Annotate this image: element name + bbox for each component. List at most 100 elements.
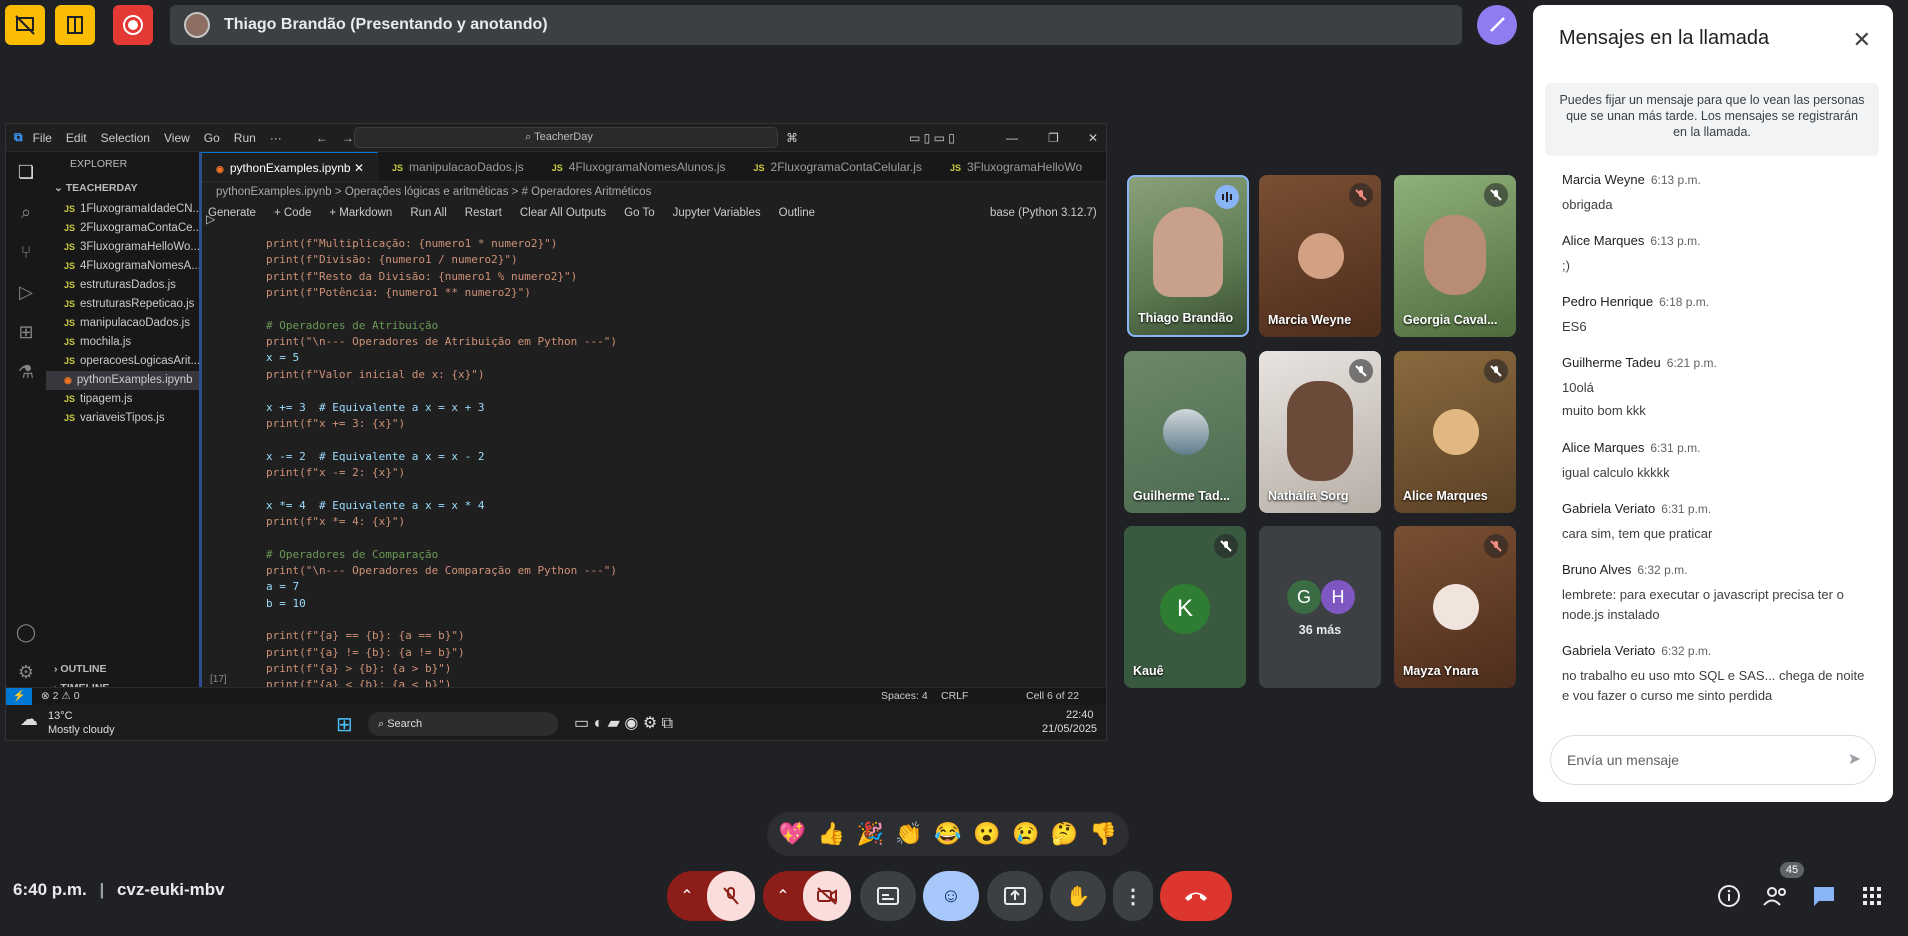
participant-tile[interactable]: Thiago Brandão bbox=[1127, 175, 1249, 337]
copilot-icon[interactable]: ⌘ bbox=[786, 131, 798, 145]
file-item[interactable]: JS estruturasRepeticao.js bbox=[46, 295, 199, 314]
menu-go[interactable]: Go bbox=[204, 131, 220, 145]
participant-tile[interactable]: Georgia Caval... bbox=[1394, 175, 1516, 337]
workspace-root[interactable]: ⌄ TEACHERDAY bbox=[46, 176, 199, 200]
close-icon[interactable]: ✕ bbox=[1853, 27, 1871, 53]
annotate-pencil-icon[interactable] bbox=[1477, 5, 1517, 45]
file-item[interactable]: JS 2FluxogramaContaCe... bbox=[46, 219, 199, 238]
go-to-button[interactable]: Go To bbox=[624, 202, 654, 224]
participant-tile[interactable]: Marcia Weyne bbox=[1259, 175, 1381, 337]
restart-button[interactable]: Restart bbox=[465, 202, 502, 224]
participant-tile[interactable]: Mayza Ynara bbox=[1394, 526, 1516, 688]
menu-run[interactable]: Run bbox=[234, 131, 256, 145]
file-item[interactable]: JS operacoesLogicasArit... bbox=[46, 352, 199, 371]
kernel-selector[interactable]: base (Python 3.12.7) bbox=[990, 202, 1097, 224]
tab-4fluxograma[interactable]: JS 4FluxogramaNomesAlunos.js bbox=[538, 152, 740, 181]
menu-more-icon[interactable]: ··· bbox=[270, 131, 282, 145]
mic-off-button[interactable] bbox=[707, 871, 755, 921]
reaction-sad[interactable]: 😢 bbox=[1012, 821, 1039, 847]
reaction-party[interactable]: 🎉 bbox=[856, 821, 883, 847]
account-icon[interactable]: ◯ bbox=[6, 612, 46, 652]
chat-message-input[interactable]: Envía un mensaje ➤ bbox=[1550, 735, 1876, 785]
forward-arrow-icon[interactable]: → bbox=[342, 131, 354, 145]
reaction-thumbs-up[interactable]: 👍 bbox=[818, 821, 845, 847]
reaction-thinking[interactable]: 🤔 bbox=[1051, 821, 1078, 847]
eol-status[interactable]: CRLF bbox=[941, 688, 968, 705]
camera-options-chevron-icon[interactable]: ⌃ bbox=[763, 886, 803, 906]
testing-icon[interactable]: ⚗ bbox=[6, 352, 46, 392]
jupyter-variables-button[interactable]: Jupyter Variables bbox=[673, 202, 761, 224]
reaction-heart[interactable]: 💖 bbox=[779, 821, 806, 847]
spaces-status[interactable]: Spaces: 4 bbox=[881, 688, 928, 705]
taskbar-search[interactable]: ⌕ Search bbox=[368, 712, 558, 736]
chat-icon[interactable] bbox=[1810, 882, 1838, 910]
run-debug-icon[interactable]: ▷ bbox=[6, 272, 46, 312]
problems-count[interactable]: ⊗ 2 ⚠ 0 bbox=[41, 690, 80, 702]
add-code-button[interactable]: + Code bbox=[274, 202, 311, 224]
file-item[interactable]: JS manipulacaoDados.js bbox=[46, 314, 199, 333]
cell-status[interactable]: Cell 6 of 22 bbox=[1026, 688, 1079, 705]
file-item[interactable]: JS 4FluxogramaNomesA... bbox=[46, 257, 199, 276]
tab-2fluxograma[interactable]: JS 2FluxogramaContaCelular.js bbox=[740, 152, 936, 181]
maximize-icon[interactable]: ❐ bbox=[1048, 131, 1059, 145]
raise-hand-button[interactable]: ✋ bbox=[1050, 871, 1106, 921]
file-item[interactable]: JS 1FluxogramaIdadeCN... bbox=[46, 200, 199, 219]
file-item[interactable]: JS 3FluxogramaHelloWo... bbox=[46, 238, 199, 257]
file-item-selected[interactable]: ◉ pythonExamples.ipynb bbox=[46, 371, 199, 390]
outline-button[interactable]: Outline bbox=[779, 202, 815, 224]
taskbar-app-icons[interactable]: ▭ ◐ ▰ ◉ ⚙ ⧉ bbox=[574, 713, 673, 733]
tab-manipulacaodados[interactable]: JS manipulacaoDados.js bbox=[378, 152, 538, 181]
run-cell-icon[interactable]: ▷ bbox=[206, 212, 215, 226]
meeting-details-icon[interactable] bbox=[1715, 882, 1743, 910]
participant-avatar bbox=[1433, 409, 1479, 455]
participant-tile[interactable]: K Kauê bbox=[1124, 526, 1246, 688]
participant-tile[interactable]: Guilherme Tad... bbox=[1124, 351, 1246, 513]
run-all-button[interactable]: Run All bbox=[410, 202, 446, 224]
activities-grid-icon[interactable] bbox=[1858, 882, 1886, 910]
menu-edit[interactable]: Edit bbox=[66, 131, 87, 145]
file-item[interactable]: JS estruturasDados.js bbox=[46, 276, 199, 295]
windows-start-icon[interactable]: ⊞ bbox=[336, 712, 353, 737]
mic-options-chevron-icon[interactable]: ⌃ bbox=[667, 886, 707, 906]
back-arrow-icon[interactable]: ← bbox=[316, 131, 328, 145]
file-item[interactable]: JS variaveisTipos.js bbox=[46, 409, 199, 428]
more-options-button[interactable]: ⋮ bbox=[1113, 871, 1153, 921]
hide-screen-icon[interactable] bbox=[5, 5, 45, 45]
code-cell[interactable]: print(f"Multiplicação: {numero1 * numero… bbox=[202, 236, 1106, 696]
participant-tile[interactable]: Nathália Sorg bbox=[1259, 351, 1381, 513]
extensions-icon[interactable]: ⊞ bbox=[6, 312, 46, 352]
menu-selection[interactable]: Selection bbox=[101, 131, 150, 145]
present-button[interactable] bbox=[987, 871, 1043, 921]
menu-file[interactable]: File bbox=[33, 131, 52, 145]
participant-tile[interactable]: Alice Marques bbox=[1394, 351, 1516, 513]
file-item[interactable]: JS mochila.js bbox=[46, 333, 199, 352]
minimize-icon[interactable]: — bbox=[1006, 131, 1018, 145]
add-markdown-button[interactable]: + Markdown bbox=[329, 202, 392, 224]
more-participants-tile[interactable]: G H 36 más bbox=[1259, 526, 1381, 688]
source-control-icon[interactable]: ⑂ bbox=[6, 232, 46, 272]
remote-icon[interactable]: ⚡ bbox=[6, 688, 32, 705]
companion-icon[interactable] bbox=[55, 5, 95, 45]
close-window-icon[interactable]: ✕ bbox=[1088, 131, 1098, 145]
reaction-clap[interactable]: 👏 bbox=[895, 821, 922, 847]
settings-gear-icon[interactable]: ⚙ bbox=[6, 652, 46, 692]
people-icon[interactable] bbox=[1762, 882, 1790, 910]
clear-outputs-button[interactable]: Clear All Outputs bbox=[520, 202, 606, 224]
explorer-files-icon[interactable]: ❏ bbox=[6, 152, 46, 192]
captions-button[interactable] bbox=[860, 871, 916, 921]
leave-call-button[interactable] bbox=[1160, 871, 1232, 921]
recording-icon[interactable] bbox=[113, 5, 153, 45]
reaction-thumbs-down[interactable]: 👎 bbox=[1090, 821, 1117, 847]
reaction-surprised[interactable]: 😮 bbox=[973, 821, 1000, 847]
menu-view[interactable]: View bbox=[164, 131, 190, 145]
file-item[interactable]: JS tipagem.js bbox=[46, 390, 199, 409]
command-center-search[interactable]: ⌕ TeacherDay bbox=[354, 127, 778, 148]
search-icon[interactable]: ⌕ bbox=[6, 192, 46, 232]
tab-pythonexamples[interactable]: ◉ pythonExamples.ipynb ✕ bbox=[202, 152, 379, 181]
tab-3fluxograma[interactable]: JS 3FluxogramaHelloWo bbox=[936, 152, 1096, 181]
layout-icons[interactable]: ▭ ▯ ▭ ▯ bbox=[909, 131, 955, 145]
camera-off-button[interactable] bbox=[803, 871, 851, 921]
send-icon[interactable]: ➤ bbox=[1848, 736, 1861, 784]
reactions-button[interactable]: ☺ bbox=[923, 871, 979, 921]
reaction-laugh[interactable]: 😂 bbox=[934, 821, 961, 847]
